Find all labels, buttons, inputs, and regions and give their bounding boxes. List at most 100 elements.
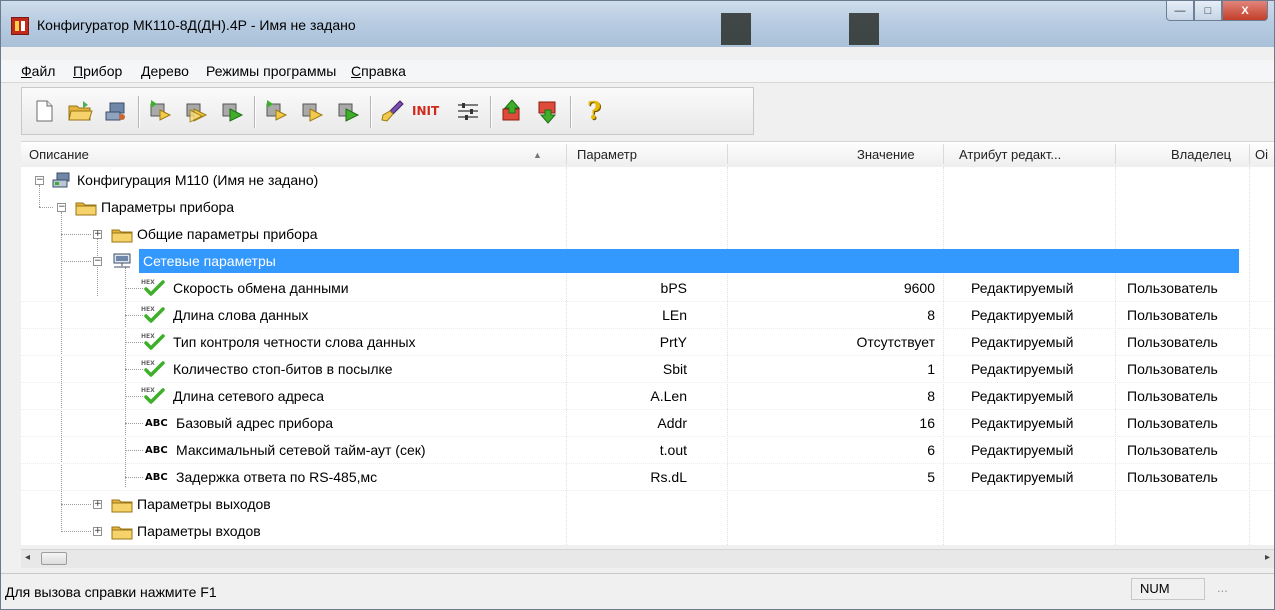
row-attribute: Редактируемый <box>971 334 1074 350</box>
row-value[interactable]: 5 <box>731 469 935 485</box>
row-value[interactable]: 9600 <box>731 280 935 296</box>
maximize-icon: □ <box>1204 4 1212 17</box>
num-lock-indicator: NUM <box>1131 578 1205 600</box>
svg-text:HEX: HEX <box>141 333 155 340</box>
svg-text:HEX: HEX <box>141 360 155 367</box>
menu-program-modes[interactable]: Режимы программы <box>206 63 336 79</box>
window-title: Конфигуратор МК110-8Д(ДН).4Р - Имя не за… <box>37 17 356 33</box>
column-extra[interactable]: Оі <box>1255 147 1268 162</box>
resize-grip-icon[interactable]: ... <box>1209 578 1273 600</box>
maximize-button[interactable]: □ <box>1194 1 1222 21</box>
table-row[interactable]: HEX Длина слова данных LEn 8 Редактируемый По… <box>21 302 1274 329</box>
equalizer-icon[interactable] <box>454 97 482 125</box>
tree-node-general-params[interactable]: + Общие параметры прибора <box>21 221 1274 248</box>
brush-icon[interactable] <box>378 97 406 125</box>
menu-tree[interactable]: Дерево <box>141 63 189 79</box>
check-icon: HEX <box>141 360 165 377</box>
tree-node-root[interactable]: − Конфигурация М110 (Имя не задано) <box>21 167 1274 194</box>
collapse-icon[interactable]: − <box>35 176 44 185</box>
table-row[interactable]: ABC Максимальный сетевой тайм-аут (сек) t.… <box>21 437 1274 464</box>
read-all-icon[interactable] <box>182 97 210 125</box>
table-row[interactable]: HEX Длина сетевого адреса A.Len 8 Редактируе… <box>21 383 1274 410</box>
app-icon[interactable] <box>11 17 29 35</box>
collapse-icon[interactable]: − <box>93 257 102 266</box>
row-value[interactable]: 8 <box>731 307 935 323</box>
close-button[interactable]: X <box>1222 1 1268 21</box>
row-value[interactable]: 1 <box>731 361 935 377</box>
toolbar: INIT ? <box>21 87 754 135</box>
scroll-thumb[interactable] <box>41 552 67 565</box>
table-row[interactable]: ABC Задержка ответа по RS-485,мс Rs.dL 5 Ред… <box>21 464 1274 491</box>
folder-icon <box>111 499 133 513</box>
download-icon[interactable] <box>534 97 562 125</box>
row-description: Задержка ответа по RS-485,мс <box>176 469 378 485</box>
minimize-icon: — <box>1174 4 1186 17</box>
row-attribute: Редактируемый <box>971 469 1074 485</box>
minimize-button[interactable]: — <box>1166 1 1194 21</box>
write-icon[interactable] <box>218 97 246 125</box>
row-attribute: Редактируемый <box>971 388 1074 404</box>
selection-highlight <box>139 249 1239 273</box>
row-description: Максимальный сетевой тайм-аут (сек) <box>176 442 426 458</box>
open-folder-icon[interactable] <box>66 97 94 125</box>
column-owner[interactable]: Владелец <box>1171 147 1231 162</box>
collapse-icon[interactable]: − <box>57 203 66 212</box>
row-parameter: t.out <box>659 442 687 458</box>
column-description[interactable]: Описание <box>29 147 89 162</box>
menu-file[interactable]: Файл <box>21 63 55 79</box>
status-hint: Для вызова справки нажмите F1 <box>5 584 217 600</box>
row-parameter: Addr <box>657 415 687 431</box>
column-value[interactable]: Значение <box>857 147 915 162</box>
row-value[interactable]: Отсутствует <box>731 334 935 350</box>
upload-icon[interactable] <box>498 97 526 125</box>
read-green-icon[interactable] <box>262 97 290 125</box>
row-description: Длина сетевого адреса <box>173 388 325 404</box>
new-file-icon[interactable] <box>30 97 58 125</box>
table-row[interactable]: HEX Скорость обмена данными bPS 9600 Редакти… <box>21 275 1274 302</box>
row-owner: Пользователь <box>1127 361 1218 377</box>
tree-node-network-params[interactable]: − Сетевые параметры <box>21 248 1274 275</box>
column-edit-attribute[interactable]: Атрибут редакт... <box>959 147 1061 162</box>
column-parameter[interactable]: Параметр <box>577 147 637 162</box>
menu-device[interactable]: Прибор <box>73 63 122 79</box>
expand-icon[interactable]: + <box>93 527 102 536</box>
expand-icon[interactable]: + <box>93 230 102 239</box>
scroll-left-icon[interactable]: ◂ <box>25 552 30 563</box>
row-owner: Пользователь <box>1127 334 1218 350</box>
read-yellow-icon[interactable] <box>298 97 326 125</box>
folder-icon <box>111 526 133 540</box>
row-attribute: Редактируемый <box>971 307 1074 323</box>
scroll-right-icon[interactable]: ▸ <box>1265 552 1270 563</box>
row-description: Скорость обмена данными <box>173 280 349 296</box>
row-value[interactable]: 6 <box>731 442 935 458</box>
row-attribute: Редактируемый <box>971 415 1074 431</box>
row-attribute: Редактируемый <box>971 280 1074 296</box>
tree-label-network-params: Сетевые параметры <box>143 253 276 269</box>
help-icon[interactable]: ? <box>580 97 608 125</box>
svg-text:HEX: HEX <box>141 387 155 394</box>
check-icon: HEX <box>141 387 165 404</box>
row-value[interactable]: 8 <box>731 388 935 404</box>
table-row[interactable]: ABC Базовый адрес прибора Addr 16 Редактируе… <box>21 410 1274 437</box>
row-owner: Пользователь <box>1127 415 1218 431</box>
network-icon[interactable] <box>102 97 130 125</box>
tree-label-general-params: Общие параметры прибора <box>137 226 318 242</box>
tree-node-input-params[interactable]: + Параметры входов <box>21 518 1274 545</box>
row-description: Базовый адрес прибора <box>176 415 334 431</box>
init-icon[interactable]: INIT <box>412 97 448 125</box>
app-window: Конфигуратор МК110-8Д(ДН).4Р - Имя не за… <box>0 0 1275 610</box>
read-icon[interactable] <box>146 97 174 125</box>
row-description: Тип контроля четности слова данных <box>173 334 416 350</box>
horizontal-scrollbar[interactable]: ◂ ▸ <box>21 549 1274 568</box>
table-row[interactable]: HEX Тип контроля четности слова данных Prt… <box>21 329 1274 356</box>
write-green-icon[interactable] <box>334 97 362 125</box>
tree-node-output-params[interactable]: + Параметры выходов <box>21 491 1274 518</box>
row-value[interactable]: 16 <box>731 415 935 431</box>
menu-help[interactable]: Справка <box>351 63 406 79</box>
svg-text:HEX: HEX <box>141 279 155 286</box>
tree-node-device-params[interactable]: − Параметры прибора <box>21 194 1274 221</box>
expand-icon[interactable]: + <box>93 500 102 509</box>
table-row[interactable]: HEX Количество стоп-битов в посылке Sbit 1 Р… <box>21 356 1274 383</box>
title-bar[interactable]: Конфигуратор МК110-8Д(ДН).4Р - Имя не за… <box>1 1 1274 47</box>
window-controls: — □ X <box>1166 1 1268 21</box>
